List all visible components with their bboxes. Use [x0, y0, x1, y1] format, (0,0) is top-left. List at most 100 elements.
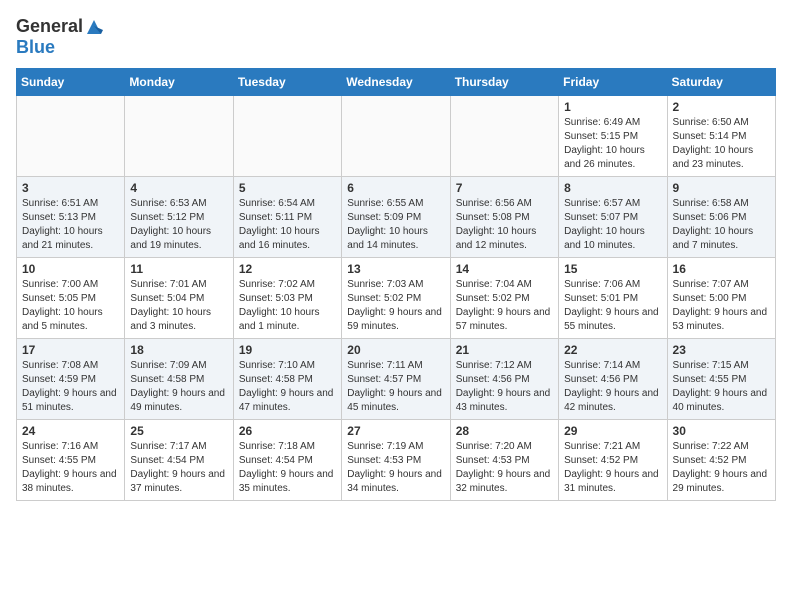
day-number: 12	[239, 262, 336, 276]
calendar-day-4: 4 Sunrise: 6:53 AM Sunset: 5:12 PM Daylig…	[125, 177, 233, 258]
weekday-header-monday: Monday	[125, 69, 233, 96]
logo-general-text: General	[16, 16, 83, 37]
calendar-day-1: 1 Sunrise: 6:49 AM Sunset: 5:15 PM Daylig…	[559, 96, 667, 177]
day-number: 4	[130, 181, 227, 195]
calendar-week-row: 24Sunrise: 7:16 AM Sunset: 4:55 PM Dayli…	[17, 420, 776, 501]
calendar-day-24: 24Sunrise: 7:16 AM Sunset: 4:55 PM Dayli…	[17, 420, 125, 501]
day-number: 5	[239, 181, 336, 195]
day-number: 29	[564, 424, 661, 438]
day-info: Sunrise: 7:00 AM Sunset: 5:05 PM Dayligh…	[22, 278, 119, 334]
day-number: 7	[456, 181, 553, 195]
calendar-day-2: 2 Sunrise: 6:50 AM Sunset: 5:14 PM Daylig…	[667, 96, 775, 177]
day-number: 26	[239, 424, 336, 438]
day-info: Sunrise: 6:54 AM Sunset: 5:11 PM Dayligh…	[239, 197, 336, 253]
day-number: 30	[673, 424, 770, 438]
day-info: Sunrise: 6:58 AM Sunset: 5:06 PM Dayligh…	[673, 197, 770, 253]
day-number: 13	[347, 262, 444, 276]
calendar-day-16: 16 Sunrise: 7:07 AM Sunset: 5:00 PM Dayli…	[667, 258, 775, 339]
day-info: Sunrise: 7:19 AM Sunset: 4:53 PM Dayligh…	[347, 440, 444, 496]
weekday-header-tuesday: Tuesday	[233, 69, 341, 96]
calendar-day-29: 29 Sunrise: 7:21 AM Sunset: 4:52 PM Dayli…	[559, 420, 667, 501]
day-number: 20	[347, 343, 444, 357]
calendar-day-22: 22 Sunrise: 7:14 AM Sunset: 4:56 PM Dayli…	[559, 339, 667, 420]
day-info: Sunrise: 6:56 AM Sunset: 5:08 PM Dayligh…	[456, 197, 553, 253]
day-info: Sunrise: 7:06 AM Sunset: 5:01 PM Dayligh…	[564, 278, 661, 334]
day-info: Sunrise: 7:10 AM Sunset: 4:58 PM Dayligh…	[239, 359, 336, 415]
day-info: Sunrise: 6:55 AM Sunset: 5:09 PM Dayligh…	[347, 197, 444, 253]
calendar-empty-cell	[450, 96, 558, 177]
calendar-day-13: 13Sunrise: 7:03 AM Sunset: 5:02 PM Dayli…	[342, 258, 450, 339]
calendar-week-row: 3 Sunrise: 6:51 AM Sunset: 5:13 PM Daylig…	[17, 177, 776, 258]
day-number: 23	[673, 343, 770, 357]
calendar-day-19: 19 Sunrise: 7:10 AM Sunset: 4:58 PM Dayli…	[233, 339, 341, 420]
day-number: 24	[22, 424, 119, 438]
day-info: Sunrise: 7:15 AM Sunset: 4:55 PM Dayligh…	[673, 359, 770, 415]
day-info: Sunrise: 7:11 AM Sunset: 4:57 PM Dayligh…	[347, 359, 444, 415]
logo-blue-text: Blue	[16, 37, 55, 57]
calendar-day-18: 18Sunrise: 7:09 AM Sunset: 4:58 PM Dayli…	[125, 339, 233, 420]
calendar-day-11: 11 Sunrise: 7:01 AM Sunset: 5:04 PM Dayli…	[125, 258, 233, 339]
calendar-day-21: 21Sunrise: 7:12 AM Sunset: 4:56 PM Dayli…	[450, 339, 558, 420]
day-number: 10	[22, 262, 119, 276]
day-info: Sunrise: 6:49 AM Sunset: 5:15 PM Dayligh…	[564, 116, 661, 172]
weekday-header-row: SundayMondayTuesdayWednesdayThursdayFrid…	[17, 69, 776, 96]
day-info: Sunrise: 7:17 AM Sunset: 4:54 PM Dayligh…	[130, 440, 227, 496]
day-number: 3	[22, 181, 119, 195]
day-number: 8	[564, 181, 661, 195]
calendar-day-15: 15 Sunrise: 7:06 AM Sunset: 5:01 PM Dayli…	[559, 258, 667, 339]
day-number: 1	[564, 100, 661, 114]
day-info: Sunrise: 6:53 AM Sunset: 5:12 PM Dayligh…	[130, 197, 227, 253]
calendar-week-row: 17Sunrise: 7:08 AM Sunset: 4:59 PM Dayli…	[17, 339, 776, 420]
day-info: Sunrise: 7:08 AM Sunset: 4:59 PM Dayligh…	[22, 359, 119, 415]
day-info: Sunrise: 7:20 AM Sunset: 4:53 PM Dayligh…	[456, 440, 553, 496]
page-header: General Blue	[16, 16, 776, 58]
calendar-day-28: 28 Sunrise: 7:20 AM Sunset: 4:53 PM Dayli…	[450, 420, 558, 501]
calendar-day-10: 10 Sunrise: 7:00 AM Sunset: 5:05 PM Dayli…	[17, 258, 125, 339]
calendar-day-26: 26Sunrise: 7:18 AM Sunset: 4:54 PM Dayli…	[233, 420, 341, 501]
day-info: Sunrise: 6:51 AM Sunset: 5:13 PM Dayligh…	[22, 197, 119, 253]
calendar-day-17: 17Sunrise: 7:08 AM Sunset: 4:59 PM Dayli…	[17, 339, 125, 420]
day-info: Sunrise: 6:50 AM Sunset: 5:14 PM Dayligh…	[673, 116, 770, 172]
calendar-empty-cell	[125, 96, 233, 177]
day-info: Sunrise: 7:07 AM Sunset: 5:00 PM Dayligh…	[673, 278, 770, 334]
day-number: 15	[564, 262, 661, 276]
calendar-day-27: 27 Sunrise: 7:19 AM Sunset: 4:53 PM Dayli…	[342, 420, 450, 501]
logo: General Blue	[16, 16, 103, 58]
day-info: Sunrise: 7:22 AM Sunset: 4:52 PM Dayligh…	[673, 440, 770, 496]
calendar-week-row: 10 Sunrise: 7:00 AM Sunset: 5:05 PM Dayli…	[17, 258, 776, 339]
day-info: Sunrise: 6:57 AM Sunset: 5:07 PM Dayligh…	[564, 197, 661, 253]
day-number: 9	[673, 181, 770, 195]
calendar-day-20: 20 Sunrise: 7:11 AM Sunset: 4:57 PM Dayli…	[342, 339, 450, 420]
calendar-empty-cell	[17, 96, 125, 177]
calendar-day-9: 9 Sunrise: 6:58 AM Sunset: 5:06 PM Daylig…	[667, 177, 775, 258]
day-number: 25	[130, 424, 227, 438]
day-number: 11	[130, 262, 227, 276]
day-info: Sunrise: 7:09 AM Sunset: 4:58 PM Dayligh…	[130, 359, 227, 415]
day-info: Sunrise: 7:04 AM Sunset: 5:02 PM Dayligh…	[456, 278, 553, 334]
calendar-day-14: 14 Sunrise: 7:04 AM Sunset: 5:02 PM Dayli…	[450, 258, 558, 339]
calendar-day-8: 8 Sunrise: 6:57 AM Sunset: 5:07 PM Daylig…	[559, 177, 667, 258]
calendar-day-3: 3 Sunrise: 6:51 AM Sunset: 5:13 PM Daylig…	[17, 177, 125, 258]
calendar-day-6: 6 Sunrise: 6:55 AM Sunset: 5:09 PM Daylig…	[342, 177, 450, 258]
day-number: 14	[456, 262, 553, 276]
day-number: 21	[456, 343, 553, 357]
calendar-day-30: 30 Sunrise: 7:22 AM Sunset: 4:52 PM Dayli…	[667, 420, 775, 501]
calendar-day-23: 23 Sunrise: 7:15 AM Sunset: 4:55 PM Dayli…	[667, 339, 775, 420]
day-info: Sunrise: 7:02 AM Sunset: 5:03 PM Dayligh…	[239, 278, 336, 334]
weekday-header-wednesday: Wednesday	[342, 69, 450, 96]
calendar-table: SundayMondayTuesdayWednesdayThursdayFrid…	[16, 68, 776, 501]
day-number: 28	[456, 424, 553, 438]
day-info: Sunrise: 7:01 AM Sunset: 5:04 PM Dayligh…	[130, 278, 227, 334]
day-number: 27	[347, 424, 444, 438]
calendar-week-row: 1 Sunrise: 6:49 AM Sunset: 5:15 PM Daylig…	[17, 96, 776, 177]
calendar-empty-cell	[233, 96, 341, 177]
day-info: Sunrise: 7:21 AM Sunset: 4:52 PM Dayligh…	[564, 440, 661, 496]
day-info: Sunrise: 7:14 AM Sunset: 4:56 PM Dayligh…	[564, 359, 661, 415]
day-number: 16	[673, 262, 770, 276]
day-number: 2	[673, 100, 770, 114]
day-number: 22	[564, 343, 661, 357]
day-number: 6	[347, 181, 444, 195]
calendar-day-7: 7 Sunrise: 6:56 AM Sunset: 5:08 PM Daylig…	[450, 177, 558, 258]
day-number: 19	[239, 343, 336, 357]
weekday-header-saturday: Saturday	[667, 69, 775, 96]
